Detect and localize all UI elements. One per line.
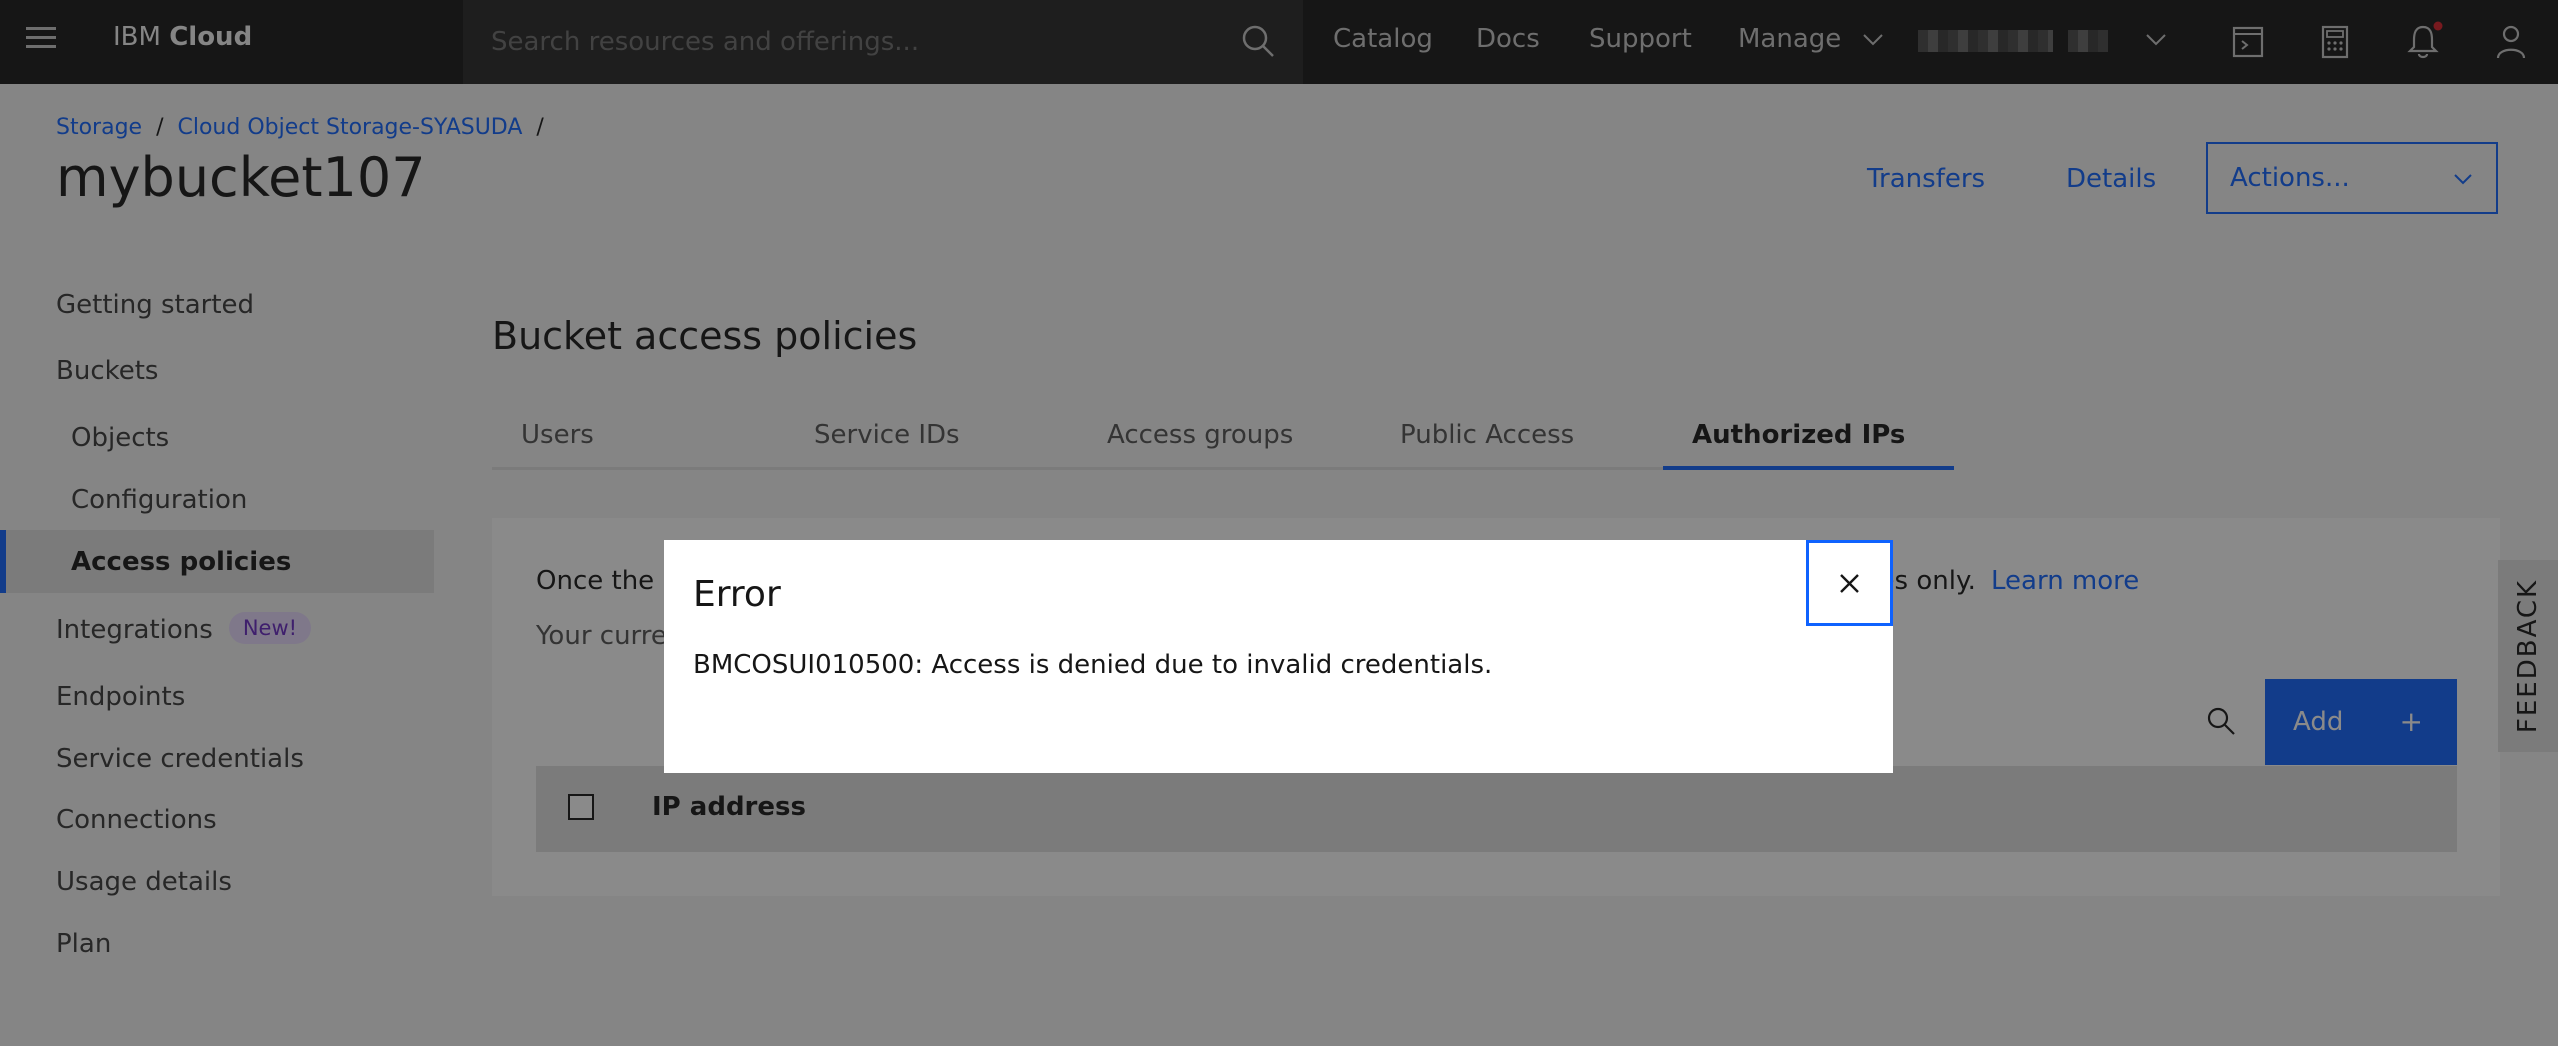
close-icon	[1840, 574, 1859, 593]
modal-error-message: BMCOSUI010500: Access is denied due to i…	[693, 650, 1493, 680]
error-modal: Error BMCOSUI010500: Access is denied du…	[664, 540, 1893, 773]
modal-close-button[interactable]	[1806, 540, 1893, 626]
modal-overlay[interactable]	[0, 0, 2558, 1046]
modal-title: Error	[693, 574, 781, 615]
